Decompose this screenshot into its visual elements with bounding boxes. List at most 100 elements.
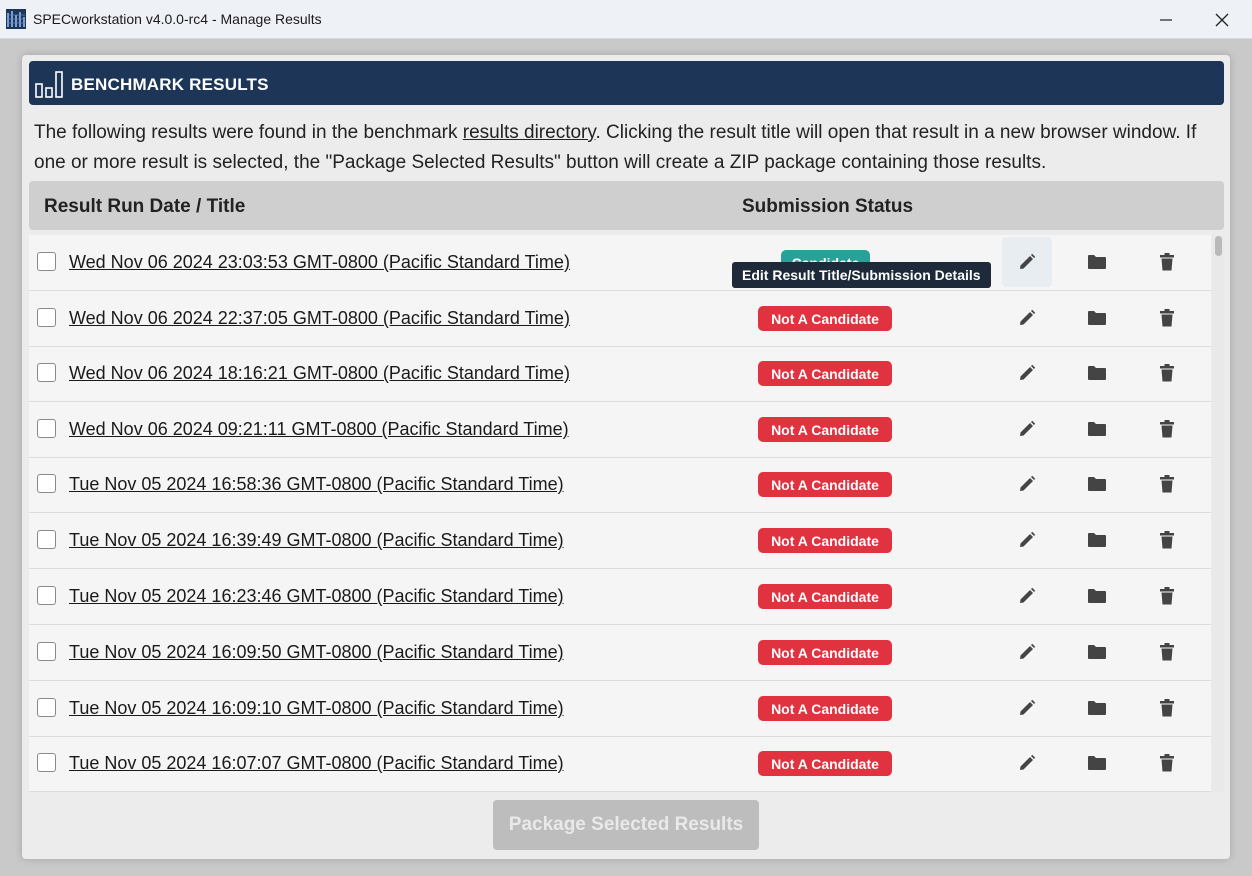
trash-icon — [1160, 364, 1174, 382]
table-row: Tue Nov 05 2024 16:09:10 GMT-0800 (Pacif… — [29, 681, 1211, 737]
result-title-link[interactable]: Tue Nov 05 2024 16:58:36 GMT-0800 (Pacif… — [69, 474, 564, 495]
open-folder-button[interactable] — [1084, 360, 1110, 386]
column-header-title: Result Run Date / Title — [44, 196, 246, 217]
intro-text: The following results were found in the … — [34, 118, 1214, 178]
delete-button[interactable] — [1154, 695, 1180, 721]
row-checkbox[interactable] — [37, 642, 56, 661]
folder-icon — [1088, 477, 1106, 491]
open-folder-button[interactable] — [1084, 695, 1110, 721]
window-titlebar: SPECworkstation v4.0.0-rc4 - Manage Resu… — [0, 0, 1252, 39]
status-badge: Not A Candidate — [758, 361, 892, 386]
delete-button[interactable] — [1154, 249, 1180, 275]
row-checkbox[interactable] — [37, 252, 56, 271]
row-checkbox[interactable] — [37, 474, 56, 493]
results-list: Wed Nov 06 2024 23:03:53 GMT-0800 (Pacif… — [29, 235, 1211, 792]
open-folder-button[interactable] — [1084, 527, 1110, 553]
package-selected-results-button[interactable]: Package Selected Results — [493, 800, 759, 850]
trash-icon — [1160, 587, 1174, 605]
row-checkbox[interactable] — [37, 363, 56, 382]
result-title-link[interactable]: Tue Nov 05 2024 16:39:49 GMT-0800 (Pacif… — [69, 530, 564, 551]
result-title-link[interactable]: Wed Nov 06 2024 22:37:05 GMT-0800 (Pacif… — [69, 308, 570, 329]
edit-button[interactable] — [1014, 639, 1040, 665]
row-checkbox[interactable] — [37, 698, 56, 717]
trash-icon — [1160, 531, 1174, 549]
delete-button[interactable] — [1154, 583, 1180, 609]
pencil-icon — [1020, 420, 1036, 436]
row-checkbox[interactable] — [37, 753, 56, 772]
open-folder-button[interactable] — [1084, 305, 1110, 331]
table-row: Wed Nov 06 2024 09:21:11 GMT-0800 (Pacif… — [29, 402, 1211, 458]
edit-button[interactable] — [1014, 360, 1040, 386]
results-scrollbar[interactable] — [1212, 235, 1224, 792]
folder-icon — [1088, 422, 1106, 436]
table-row: Wed Nov 06 2024 23:03:53 GMT-0800 (Pacif… — [29, 235, 1211, 291]
table-header: Result Run Date / Title Submission Statu… — [29, 181, 1224, 230]
edit-button[interactable] — [1014, 695, 1040, 721]
section-header: BENCHMARK RESULTS — [29, 61, 1224, 105]
edit-button[interactable] — [1014, 583, 1040, 609]
table-row: Tue Nov 05 2024 16:39:49 GMT-0800 (Pacif… — [29, 513, 1211, 569]
result-title-link[interactable]: Tue Nov 05 2024 16:23:46 GMT-0800 (Pacif… — [69, 586, 564, 607]
open-folder-button[interactable] — [1084, 583, 1110, 609]
minimize-button[interactable] — [1143, 0, 1189, 39]
status-badge: Not A Candidate — [758, 306, 892, 331]
result-title-link[interactable]: Wed Nov 06 2024 09:21:11 GMT-0800 (Pacif… — [69, 419, 569, 440]
close-button[interactable] — [1199, 0, 1245, 39]
open-folder-button[interactable] — [1084, 471, 1110, 497]
folder-icon — [1088, 366, 1106, 380]
trash-icon — [1160, 475, 1174, 493]
trash-icon — [1160, 420, 1174, 438]
pencil-icon — [1020, 309, 1036, 325]
folder-icon — [1088, 645, 1106, 659]
delete-button[interactable] — [1154, 527, 1180, 553]
pencil-icon — [1020, 475, 1036, 491]
bar-chart-icon — [35, 71, 63, 98]
pencil-icon — [1020, 531, 1036, 547]
row-checkbox[interactable] — [37, 530, 56, 549]
open-folder-button[interactable] — [1084, 249, 1110, 275]
edit-button[interactable] — [1002, 237, 1052, 287]
app-icon — [6, 9, 26, 29]
result-title-link[interactable]: Wed Nov 06 2024 18:16:21 GMT-0800 (Pacif… — [69, 363, 570, 384]
row-checkbox[interactable] — [37, 308, 56, 327]
intro-text-before: The following results were found in the … — [34, 122, 463, 143]
result-title-link[interactable]: Tue Nov 05 2024 16:07:07 GMT-0800 (Pacif… — [69, 753, 564, 774]
pencil-icon — [1020, 643, 1036, 659]
table-row: Tue Nov 05 2024 16:07:07 GMT-0800 (Pacif… — [29, 736, 1211, 792]
row-checkbox[interactable] — [37, 586, 56, 605]
edit-button[interactable] — [1014, 416, 1040, 442]
scrollbar-thumb[interactable] — [1215, 236, 1222, 256]
edit-button[interactable] — [1014, 305, 1040, 331]
pencil-icon — [1020, 754, 1036, 770]
row-checkbox[interactable] — [37, 419, 56, 438]
edit-tooltip: Edit Result Title/Submission Details — [732, 262, 991, 288]
status-badge: Not A Candidate — [758, 528, 892, 553]
open-folder-button[interactable] — [1084, 639, 1110, 665]
delete-button[interactable] — [1154, 305, 1180, 331]
table-row: Tue Nov 05 2024 16:58:36 GMT-0800 (Pacif… — [29, 457, 1211, 513]
delete-button[interactable] — [1154, 416, 1180, 442]
edit-button[interactable] — [1014, 527, 1040, 553]
result-title-link[interactable]: Wed Nov 06 2024 23:03:53 GMT-0800 (Pacif… — [69, 252, 570, 273]
delete-button[interactable] — [1154, 471, 1180, 497]
results-directory-link[interactable]: results directory — [463, 122, 596, 143]
edit-button[interactable] — [1014, 471, 1040, 497]
folder-icon — [1088, 701, 1106, 715]
open-folder-button[interactable] — [1084, 750, 1110, 776]
section-title: BENCHMARK RESULTS — [71, 75, 269, 94]
delete-button[interactable] — [1154, 750, 1180, 776]
window-title: SPECworkstation v4.0.0-rc4 - Manage Resu… — [33, 11, 322, 27]
result-title-link[interactable]: Tue Nov 05 2024 16:09:50 GMT-0800 (Pacif… — [69, 642, 564, 663]
trash-icon — [1160, 253, 1174, 271]
status-badge: Not A Candidate — [758, 640, 892, 665]
delete-button[interactable] — [1154, 639, 1180, 665]
open-folder-button[interactable] — [1084, 416, 1110, 442]
delete-button[interactable] — [1154, 360, 1180, 386]
folder-icon — [1088, 756, 1106, 770]
table-row: Wed Nov 06 2024 22:37:05 GMT-0800 (Pacif… — [29, 291, 1211, 347]
status-badge: Not A Candidate — [758, 472, 892, 497]
folder-icon — [1088, 589, 1106, 603]
edit-button[interactable] — [1014, 750, 1040, 776]
pencil-icon — [1020, 364, 1036, 380]
result-title-link[interactable]: Tue Nov 05 2024 16:09:10 GMT-0800 (Pacif… — [69, 698, 564, 719]
